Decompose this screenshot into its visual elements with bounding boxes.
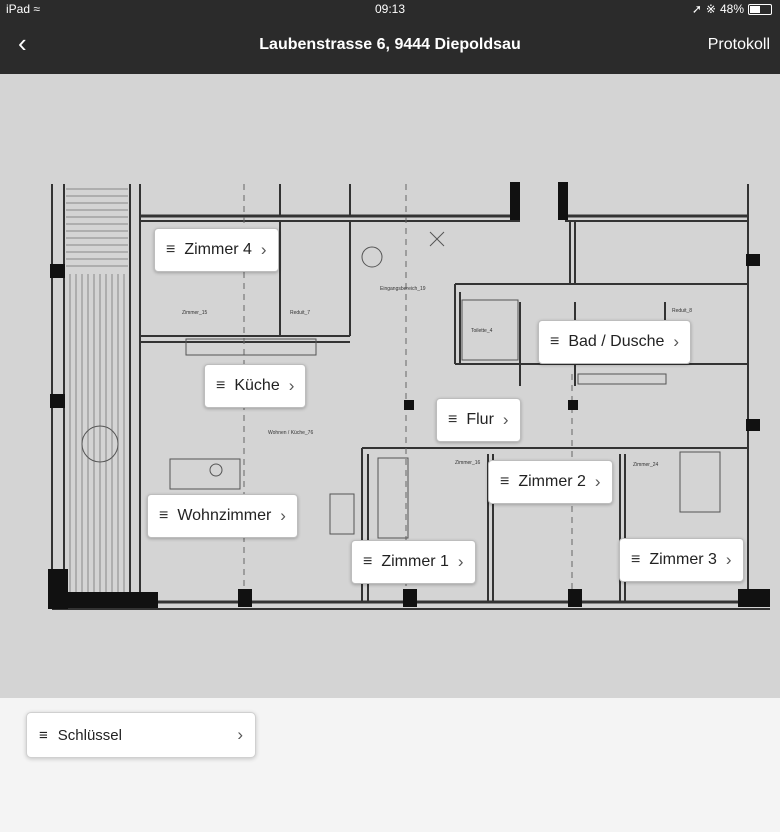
room-label: Bad / Dusche	[568, 333, 665, 350]
chevron-right-icon: ›	[237, 725, 243, 744]
protokoll-button[interactable]: Protokoll	[708, 36, 770, 54]
room-label: Küche	[234, 377, 280, 394]
room-button-zimmer-4[interactable]: ≡ Zimmer 4 ›	[154, 228, 279, 272]
plan-label-zimmer24: Zimmer_24	[633, 462, 659, 468]
hamburger-icon: ≡	[363, 553, 373, 570]
plan-label-zimmer15: Zimmer_15	[182, 310, 208, 316]
hamburger-icon: ≡	[166, 241, 176, 258]
battery-icon	[748, 3, 772, 15]
plan-label-eingang: Eingangsbereich_19	[380, 286, 426, 292]
chevron-right-icon: ›	[594, 472, 601, 491]
plan-label-wohnen: Wohnen / Küche_76	[268, 430, 313, 436]
plan-label-toilette: Toilette_4	[471, 328, 493, 334]
hamburger-icon: ≡	[39, 726, 48, 744]
room-label: Zimmer 1	[381, 553, 449, 570]
nav-bar: ‹ Laubenstrasse 6, 9444 Diepoldsau Proto…	[0, 18, 780, 74]
room-button-zimmer-1[interactable]: ≡ Zimmer 1 ›	[351, 540, 476, 584]
status-bar: iPad ≈ 09:13 ➚ ※ 48%	[0, 0, 780, 18]
battery-percent: 48%	[719, 2, 744, 16]
hamburger-icon: ≡	[448, 411, 458, 428]
location-icon: ➚	[691, 2, 702, 16]
page-title: Laubenstrasse 6, 9444 Diepoldsau	[259, 36, 521, 53]
chevron-right-icon: ›	[280, 506, 286, 525]
key-label: Schlüssel	[57, 726, 122, 744]
chevron-right-icon: ›	[260, 240, 267, 259]
room-label: Wohnzimmer	[177, 507, 272, 524]
chevron-right-icon: ›	[457, 552, 464, 571]
room-button-bad-dusche[interactable]: ≡ Bad / Dusche ›	[538, 320, 692, 364]
plan-label-zimmer16: Zimmer_16	[455, 460, 481, 466]
hamburger-icon: ≡	[500, 473, 510, 490]
plan-label-reduit8: Reduit_8	[672, 308, 692, 314]
hamburger-icon: ≡	[631, 551, 641, 568]
plan-label-reduit: Reduit_7	[290, 310, 310, 316]
battery-fill	[750, 5, 760, 13]
hamburger-icon: ≡	[550, 333, 560, 350]
room-button-kueche[interactable]: ≡ Küche ›	[204, 364, 307, 408]
floor-plan-area: Zimmer_15 Reduit_7 Eingangsbereich_19 Wo…	[0, 74, 780, 698]
room-label: Zimmer 2	[518, 473, 586, 490]
room-button-zimmer-2[interactable]: ≡ Zimmer 2 ›	[488, 460, 613, 504]
status-right: ➚ ※ 48%	[692, 2, 772, 16]
floor-plan: Zimmer_15 Reduit_7 Eingangsbereich_19 Wo…	[48, 182, 770, 610]
schluessel-button[interactable]: ≡ Schlüssel ›	[26, 712, 256, 758]
chevron-right-icon: ›	[673, 332, 680, 351]
room-button-zimmer-3[interactable]: ≡ Zimmer 3 ›	[619, 538, 744, 582]
room-button-flur[interactable]: ≡ Flur ›	[436, 398, 521, 442]
chevron-right-icon: ›	[725, 550, 732, 569]
bottom-panel: ≡ Schlüssel ›	[0, 698, 780, 832]
hamburger-icon: ≡	[216, 377, 226, 394]
room-label: Flur	[466, 411, 494, 428]
hamburger-icon: ≡	[159, 507, 169, 524]
room-label: Zimmer 3	[649, 551, 717, 568]
bluetooth-icon: ※	[705, 2, 716, 16]
chevron-right-icon: ›	[502, 410, 509, 429]
chevron-right-icon: ›	[288, 376, 295, 395]
status-time: 09:13	[374, 2, 406, 16]
room-button-wohnzimmer[interactable]: ≡ Wohnzimmer ›	[147, 494, 298, 538]
room-label: Zimmer 4	[184, 241, 252, 258]
